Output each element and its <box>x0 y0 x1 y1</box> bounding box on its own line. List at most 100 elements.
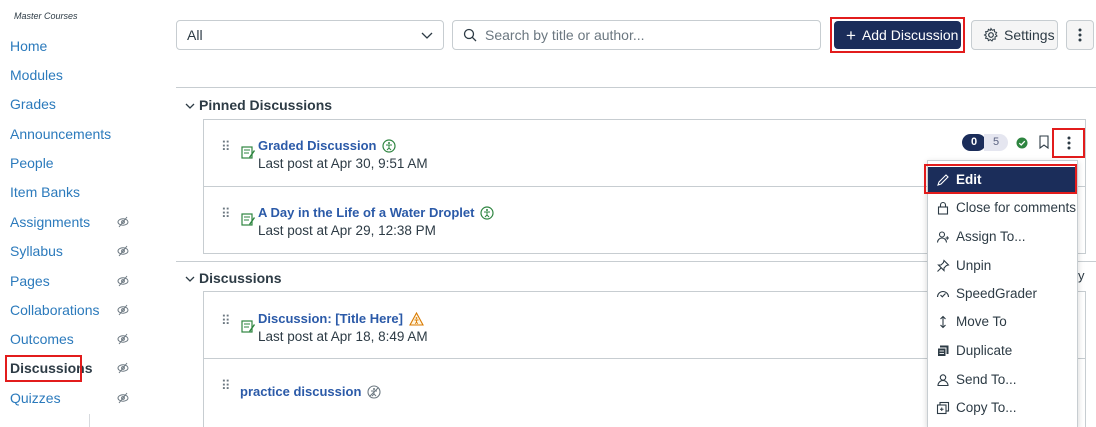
discussion-title-link[interactable]: A Day in the Life of a Water Droplet <box>258 205 495 220</box>
discussion-title-link[interactable]: practice discussion <box>240 384 381 399</box>
published-check-icon[interactable] <box>1016 137 1028 149</box>
section-divider <box>176 87 1096 88</box>
last-post-text: Last post at Apr 30, 9:51 AM <box>258 156 428 171</box>
duplicate-icon <box>937 345 949 357</box>
discussion-icon <box>241 146 255 159</box>
pencil-icon <box>937 174 949 186</box>
menu-item-close-for-comments[interactable]: Close for comments <box>928 195 1077 221</box>
sidebar-item-syllabus[interactable]: Syllabus <box>10 240 63 262</box>
discussion-options-button[interactable] <box>1058 132 1080 154</box>
chevron-down-icon <box>185 103 195 109</box>
sidebar-divider <box>89 414 90 427</box>
menu-item-label: Edit <box>956 172 982 187</box>
menu-item-label: Send To... <box>956 372 1017 387</box>
discussion-icon <box>241 320 255 333</box>
menu-item-label: Duplicate <box>956 343 1013 358</box>
add-discussion-button[interactable]: + Add Discussion <box>834 21 961 49</box>
sidebar-item-discussions[interactable]: Discussions <box>10 357 92 379</box>
eye-slash-icon <box>117 245 129 257</box>
move-icon <box>940 315 946 329</box>
drag-handle-icon[interactable]: ⠿ <box>221 207 231 220</box>
search-icon <box>463 28 477 42</box>
send-icon <box>937 374 949 387</box>
drag-handle-icon[interactable]: ⠿ <box>221 314 231 327</box>
discussions-section-toggle[interactable]: Discussions <box>185 270 281 286</box>
pinned-section-title: Pinned Discussions <box>199 97 333 113</box>
chevron-down-icon <box>185 276 195 282</box>
page-options-button[interactable] <box>1066 20 1094 50</box>
accessibility-published-icon <box>382 139 397 153</box>
pin-icon <box>937 259 950 272</box>
discussion-title: A Day in the Life of a Water Droplet <box>258 205 475 220</box>
course-sidebar: Master Courses Home Modules Grades Annou… <box>0 0 150 427</box>
discussion-icon <box>241 213 255 226</box>
add-discussion-label: Add Discussion <box>861 27 959 43</box>
search-input[interactable] <box>483 22 813 48</box>
accessibility-published-icon <box>480 206 495 220</box>
sidebar-item-assignments[interactable]: Assignments <box>10 211 90 233</box>
sidebar-item-modules[interactable]: Modules <box>10 64 63 86</box>
sidebar-item-people[interactable]: People <box>10 152 54 174</box>
menu-item-unpin[interactable]: Unpin <box>928 253 1077 279</box>
eye-slash-icon <box>117 392 129 404</box>
menu-item-duplicate[interactable]: Duplicate <box>928 338 1077 364</box>
discussion-title: practice discussion <box>240 384 362 399</box>
sidebar-item-collaborations[interactable]: Collaborations <box>10 299 100 321</box>
menu-item-assign-to[interactable]: Assign To... <box>928 224 1077 250</box>
menu-item-move-to[interactable]: Move To <box>928 309 1077 335</box>
sidebar-item-quizzes[interactable]: Quizzes <box>10 387 61 409</box>
eye-slash-icon <box>117 333 129 345</box>
filter-value: All <box>187 27 203 43</box>
menu-item-label: SpeedGrader <box>956 286 1038 301</box>
discussion-options-menu: Edit Close for comments Assign To... Unp… <box>927 160 1078 427</box>
accessibility-warning-icon <box>409 312 424 326</box>
pinned-section-toggle[interactable]: Pinned Discussions <box>185 97 332 113</box>
menu-item-speedgrader[interactable]: SpeedGrader <box>928 281 1077 307</box>
eye-slash-icon <box>117 216 129 228</box>
discussion-title-link[interactable]: Discussion: [Title Here] <box>258 311 424 326</box>
speedgrader-icon <box>936 291 950 298</box>
sidebar-item-home[interactable]: Home <box>10 35 47 57</box>
menu-item-label: Copy To... <box>956 400 1017 415</box>
kebab-icon <box>1078 28 1082 42</box>
course-label: Master Courses <box>14 11 78 21</box>
discussions-section-title: Discussions <box>199 270 282 286</box>
plus-icon: + <box>846 26 856 45</box>
eye-slash-icon <box>117 304 129 316</box>
settings-label: Settings <box>1004 27 1055 43</box>
subscribe-icon[interactable] <box>1039 135 1049 149</box>
assign-icon <box>936 231 949 243</box>
sidebar-item-outcomes[interactable]: Outcomes <box>10 328 74 350</box>
last-post-text: Last post at Apr 18, 8:49 AM <box>258 329 428 344</box>
menu-item-label: Move To <box>956 314 1007 329</box>
copy-icon <box>936 401 950 415</box>
kebab-icon <box>1067 136 1071 150</box>
settings-button[interactable]: Settings <box>971 20 1058 50</box>
discussion-title-link[interactable]: Graded Discussion <box>258 138 397 153</box>
sidebar-item-grades[interactable]: Grades <box>10 93 56 115</box>
drag-handle-icon[interactable]: ⠿ <box>221 140 231 153</box>
lock-icon <box>937 201 949 215</box>
accessibility-unpublished-icon <box>367 385 381 399</box>
last-post-text: Last post at Apr 29, 12:38 PM <box>258 223 436 238</box>
menu-item-label: Unpin <box>956 258 992 273</box>
eye-slash-icon <box>117 362 129 374</box>
eye-slash-icon <box>117 275 129 287</box>
menu-item-copy-to[interactable]: Copy To... <box>928 395 1077 421</box>
drag-handle-icon[interactable]: ⠿ <box>221 379 231 392</box>
reply-count-badge: 5 <box>984 134 1008 151</box>
menu-item-edit[interactable]: Edit <box>928 167 1077 193</box>
gear-icon <box>983 27 998 42</box>
discussion-title: Graded Discussion <box>258 138 377 153</box>
menu-item-send-to[interactable]: Send To... <box>928 367 1077 393</box>
discussion-title: Discussion: [Title Here] <box>258 311 403 326</box>
unread-count-badge: 0 <box>962 134 986 151</box>
filter-select[interactable]: All <box>176 20 444 50</box>
truncated-text: y <box>1078 268 1085 283</box>
chevron-down-icon <box>421 32 433 39</box>
sidebar-item-item-banks[interactable]: Item Banks <box>10 181 80 203</box>
menu-item-label: Close for comments <box>956 200 1077 215</box>
search-field[interactable] <box>452 20 821 50</box>
sidebar-item-pages[interactable]: Pages <box>10 270 50 292</box>
sidebar-item-announcements[interactable]: Announcements <box>10 123 111 145</box>
